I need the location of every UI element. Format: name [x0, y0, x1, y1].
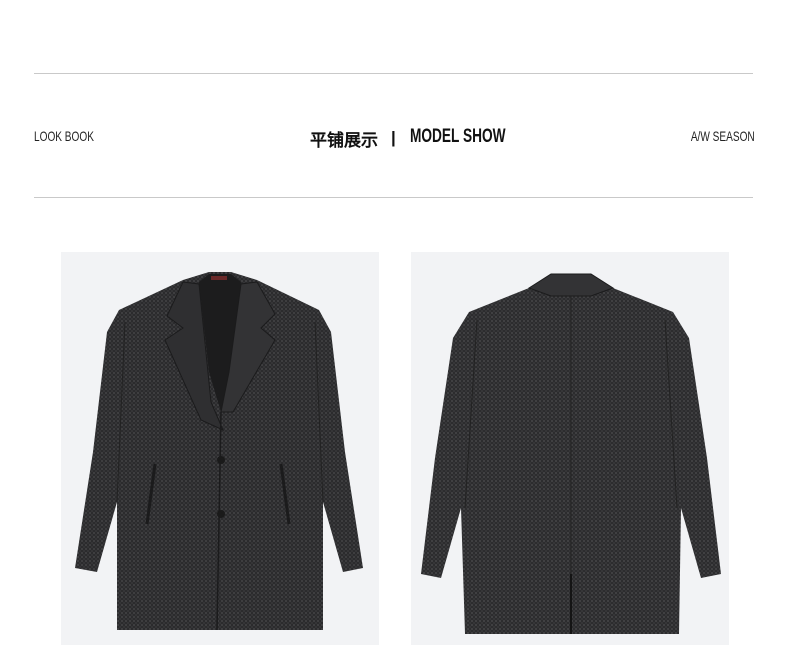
title-separator: |	[391, 128, 396, 147]
section-title-en: MODEL SHOW	[410, 126, 506, 147]
coat-front-photo	[61, 252, 379, 645]
coat-back-icon	[421, 273, 721, 634]
divider-bottom	[34, 197, 753, 198]
section-header: LOOK BOOK 平铺展示 | MODEL SHOW A/W SEASON	[34, 124, 755, 150]
divider-top	[34, 73, 753, 74]
coat-back-photo	[411, 252, 729, 645]
coat-front-icon	[75, 272, 363, 631]
season-label: A/W SEASON	[691, 128, 755, 144]
lookbook-label: LOOK BOOK	[34, 128, 94, 144]
section-title-cn: 平铺展示	[310, 131, 378, 150]
